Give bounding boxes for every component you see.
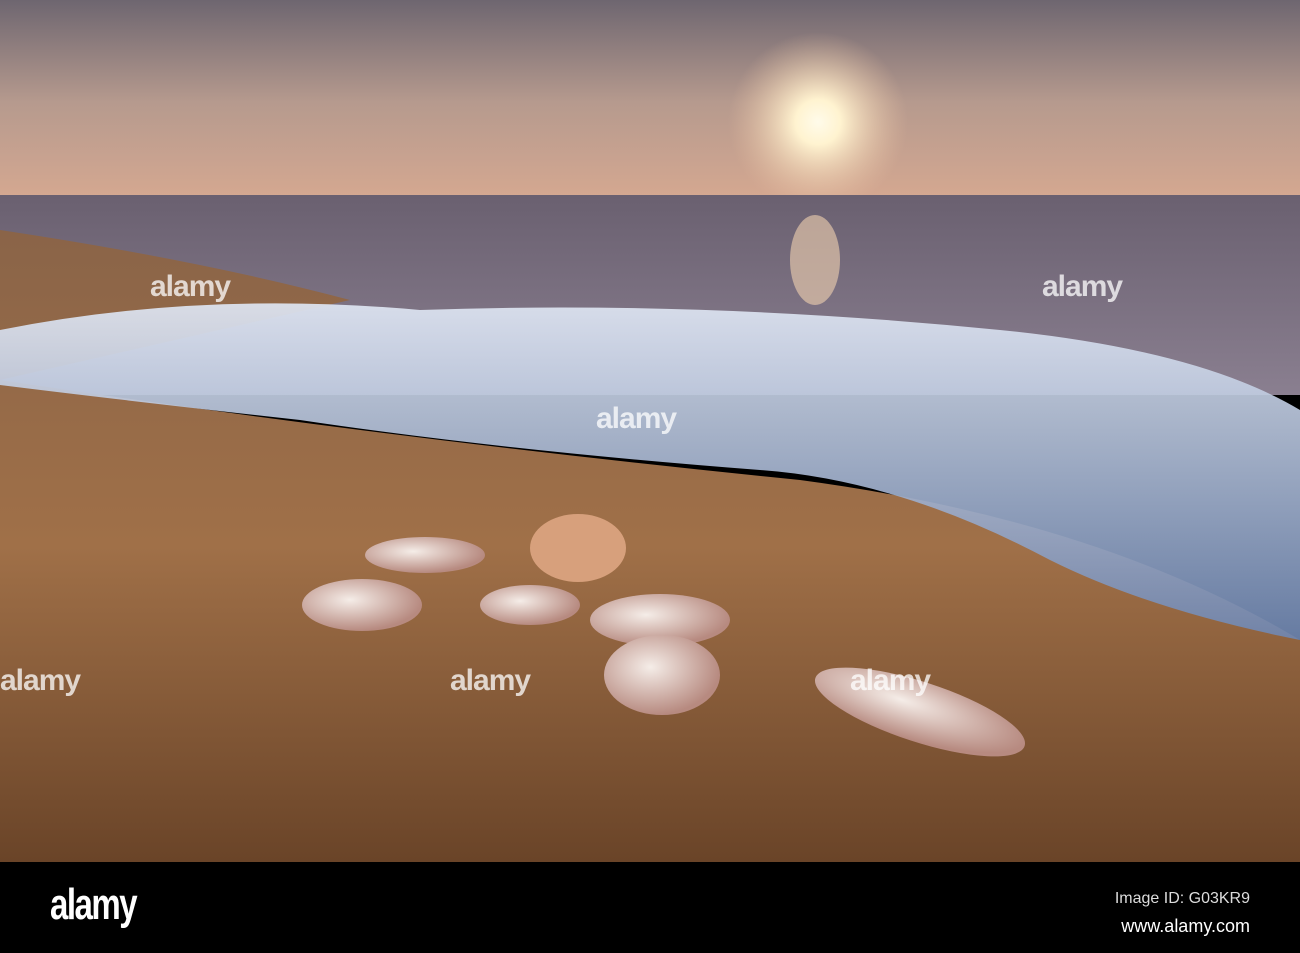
- watermark: alamy: [850, 664, 931, 697]
- shell: [365, 537, 485, 573]
- footer-bar: alamy Image ID: G03KR9 www.alamy.com: [0, 862, 1300, 953]
- sun: [728, 32, 908, 212]
- watermark: alamy: [450, 664, 531, 697]
- stock-photo-page: alamy alamy alamy alamy alamy alamy alam…: [0, 0, 1300, 953]
- sky: [0, 0, 1300, 205]
- sun-reflection: [790, 215, 840, 305]
- shell: [530, 514, 626, 582]
- shell: [302, 579, 422, 631]
- site-url[interactable]: www.alamy.com: [1121, 916, 1250, 937]
- watermark: alamy: [1042, 270, 1123, 303]
- alamy-logo[interactable]: alamy: [50, 880, 138, 930]
- image-id: Image ID: G03KR9: [1114, 890, 1250, 907]
- watermark: alamy: [0, 664, 81, 697]
- watermark: alamy: [596, 402, 677, 435]
- watermark: alamy: [150, 270, 231, 303]
- shell: [604, 635, 720, 715]
- shell: [480, 585, 580, 625]
